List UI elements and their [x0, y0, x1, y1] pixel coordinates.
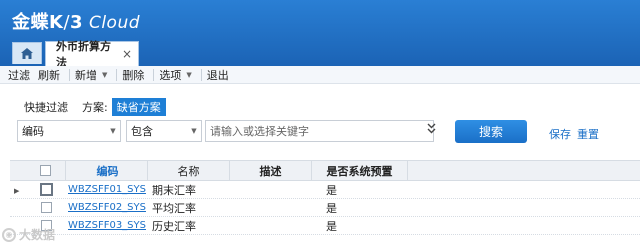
exit-button-label: 退出 — [206, 68, 229, 82]
exit-button[interactable]: 退出 — [205, 67, 235, 83]
field-select-value: 编码 — [22, 125, 44, 138]
quick-filter-label: 快捷过滤 — [24, 101, 68, 114]
row-checkbox-cell — [26, 181, 66, 198]
select-all-cell — [26, 161, 66, 180]
home-icon — [21, 48, 33, 59]
name-header-label: 名称 — [177, 164, 200, 178]
toolbar-divider — [116, 68, 118, 81]
refresh-button[interactable]: 刷新 — [36, 67, 66, 83]
is-system-cell: 是 — [326, 183, 337, 197]
row-checkbox[interactable] — [40, 202, 52, 213]
is-system-cell: 是 — [326, 219, 337, 233]
keyword-input[interactable] — [205, 120, 434, 142]
tab-home[interactable] — [12, 42, 42, 64]
data-grid: 编码 名称 描述 是否系统预置 ▶ WBZSFF01_SYS 期末汇率 是 WB… — [10, 160, 640, 235]
delete-button[interactable]: 删除 — [120, 67, 150, 83]
new-dropdown-button[interactable]: 新增 ▼ — [73, 67, 113, 83]
search-button-label: 搜索 — [478, 125, 503, 139]
operator-select-value: 包含 — [131, 125, 153, 138]
row-checkbox[interactable] — [39, 183, 53, 196]
toolbar-divider — [200, 68, 202, 81]
options-button-label: 选项 — [159, 68, 182, 82]
toolbar-divider — [153, 68, 155, 81]
select-all-checkbox[interactable] — [40, 165, 51, 176]
code-link[interactable]: WBZSFF03_SYS — [68, 220, 146, 231]
code-link[interactable]: WBZSFF01_SYS — [68, 184, 146, 195]
app-header: 金蝶K/3 Cloud 外币折算方法 × — [0, 0, 640, 69]
operator-select[interactable]: 包含 ▼ — [126, 120, 202, 142]
column-header-desc[interactable]: 描述 — [230, 161, 312, 180]
watermark-text: 大数据 — [19, 228, 56, 242]
logo-k: K — [49, 12, 64, 33]
table-row[interactable]: WBZSFF02_SYS 平均汇率 是 — [10, 199, 640, 217]
close-icon[interactable]: × — [122, 47, 132, 61]
name-cell: 历史汇率 — [152, 219, 196, 233]
code-link[interactable]: WBZSFF02_SYS — [68, 202, 146, 213]
delete-button-label: 删除 — [122, 68, 145, 82]
logo-cloud: Cloud — [83, 13, 141, 33]
table-row[interactable]: ▶ WBZSFF01_SYS 期末汇率 是 — [10, 181, 640, 199]
table-row[interactable]: WBZSFF03_SYS 历史汇率 是 — [10, 217, 640, 235]
toolbar: 过滤 刷新 新增 ▼ 删除 选项 ▼ 退出 — [0, 66, 640, 84]
scheme-label: 方案: — [82, 101, 108, 114]
grid-header: 编码 名称 描述 是否系统预置 — [10, 160, 640, 181]
logo-brand: 金蝶 — [12, 12, 49, 33]
watermark: ◉ 大数据 — [2, 226, 55, 243]
default-scheme-chip[interactable]: 缺省方案 — [111, 98, 166, 116]
chevron-down-icon: ▼ — [191, 127, 197, 135]
name-cell: 平均汇率 — [152, 201, 196, 215]
quick-filter-bar: 快捷过滤 方案: 缺省方案 — [24, 98, 166, 116]
name-cell: 期末汇率 — [152, 183, 196, 197]
is-system-header-label: 是否系统预置 — [326, 164, 393, 178]
refresh-button-label: 刷新 — [38, 68, 60, 82]
column-header-code[interactable]: 编码 — [66, 161, 148, 180]
row-indicator: ▶ — [10, 183, 26, 196]
column-header-is-system[interactable]: 是否系统预置 — [312, 161, 408, 180]
column-header-name[interactable]: 名称 — [148, 161, 230, 180]
logo-3: 3 — [70, 12, 84, 33]
app-logo: 金蝶K/3 Cloud — [12, 8, 140, 34]
current-row-arrow-icon: ▶ — [14, 187, 20, 195]
filter-button[interactable]: 过滤 — [6, 67, 36, 83]
code-cell: WBZSFF01_SYS — [66, 181, 148, 198]
watermark-logo-icon: ◉ — [2, 227, 16, 242]
chevron-down-icon: ▼ — [110, 127, 116, 135]
options-dropdown-button[interactable]: 选项 ▼ — [157, 67, 197, 83]
filter-button-label: 过滤 — [8, 68, 30, 82]
row-checkbox-cell — [26, 199, 66, 216]
tab-currency-translation-method[interactable]: 外币折算方法 × — [45, 40, 139, 69]
field-select[interactable]: 编码 ▼ — [17, 120, 121, 142]
code-cell: WBZSFF02_SYS — [66, 199, 148, 216]
caret-down-icon: ▼ — [186, 70, 192, 79]
save-link[interactable]: 保存 — [549, 126, 571, 142]
desc-header-label: 描述 — [259, 164, 282, 178]
toolbar-divider — [69, 68, 70, 81]
caret-down-icon: ▼ — [102, 70, 108, 79]
is-system-cell: 是 — [326, 201, 337, 215]
search-button[interactable]: 搜索 — [455, 120, 527, 143]
reset-link[interactable]: 重置 — [577, 126, 599, 142]
code-header-label: 编码 — [96, 164, 119, 178]
new-button-label: 新增 — [75, 68, 97, 82]
desc-cell — [230, 217, 312, 234]
desc-cell — [230, 199, 312, 216]
double-chevron-down-icon[interactable] — [427, 123, 436, 137]
desc-cell — [230, 181, 312, 198]
code-cell: WBZSFF03_SYS — [66, 217, 148, 234]
filter-row: 编码 ▼ 包含 ▼ 搜索 保存 重置 — [17, 120, 637, 143]
